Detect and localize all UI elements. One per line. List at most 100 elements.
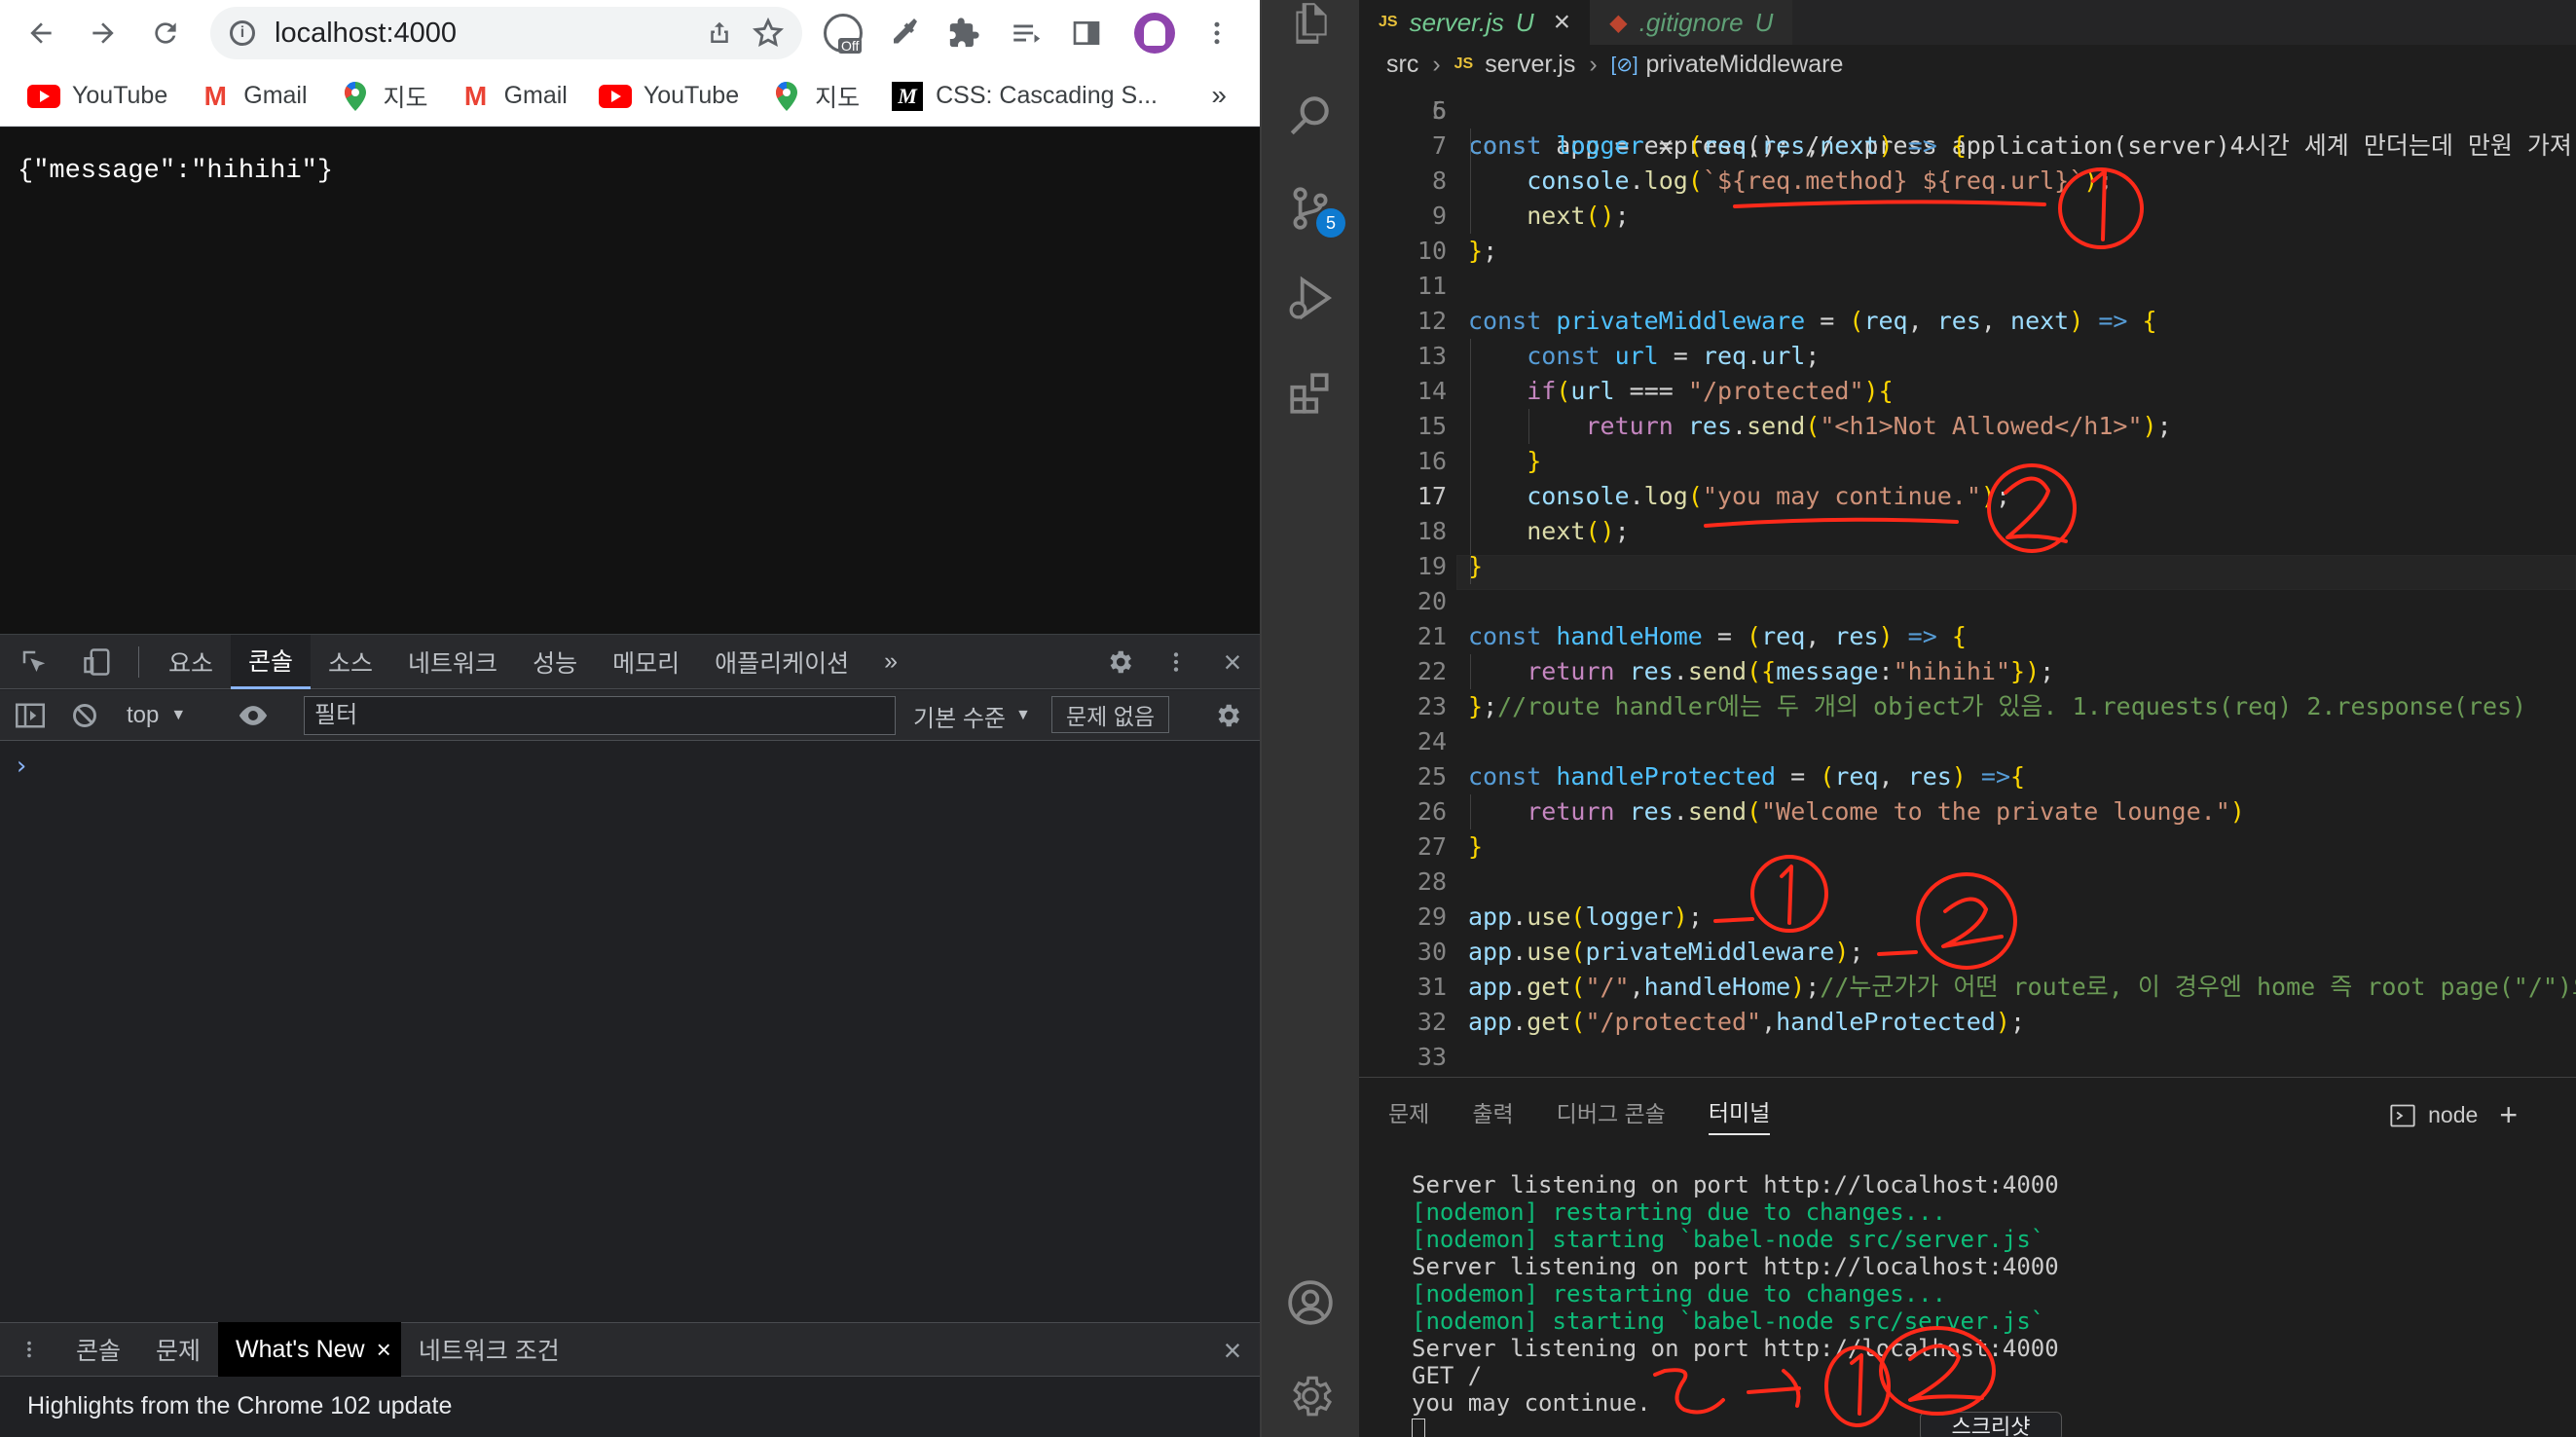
issues-button[interactable]: 문제 없음 xyxy=(1051,696,1170,733)
share-icon[interactable] xyxy=(705,18,734,48)
explorer-button[interactable] xyxy=(1262,0,1359,70)
url-text[interactable]: localhost:4000 xyxy=(275,18,457,50)
line-number: 21 xyxy=(1417,622,1447,650)
chevron-right-icon: › xyxy=(1432,50,1441,78)
bookmark-label: Gmail xyxy=(503,82,568,109)
drawer-menu-button[interactable] xyxy=(0,1322,58,1377)
breadcrumb-file[interactable]: server.js xyxy=(1485,51,1575,79)
forward-button[interactable] xyxy=(74,4,132,62)
eyedropper-icon xyxy=(894,18,917,44)
bookmark-youtube[interactable]: YouTube xyxy=(23,75,183,118)
drawer-close-button[interactable]: × xyxy=(1215,1333,1250,1368)
clear-console-button[interactable] xyxy=(68,700,101,731)
symbol-variable-icon: [⊘] xyxy=(1610,54,1638,76)
more-tabs-button[interactable]: » xyxy=(866,635,915,689)
device-toolbar-button[interactable] xyxy=(68,635,127,689)
tab-elements[interactable]: 요소 xyxy=(151,635,231,689)
run-debug-button[interactable] xyxy=(1262,251,1359,345)
eyedropper-extension-button[interactable] xyxy=(882,10,929,56)
line-number: 33 xyxy=(1417,1043,1447,1071)
bookmark-youtube[interactable]: YouTube xyxy=(595,75,754,118)
context-selector[interactable]: top ▼ xyxy=(127,698,186,733)
gear-icon xyxy=(1110,650,1131,674)
whats-new-panel: Highlights from the Chrome 102 update xyxy=(0,1377,1262,1437)
code-line: 21 const handleHome = (req, res) => { xyxy=(1359,619,2576,654)
manage-button[interactable] xyxy=(1262,1349,1359,1437)
bookmark-maps[interactable]: 지도 xyxy=(335,75,444,118)
address-bar[interactable]: i localhost:4000 xyxy=(210,7,802,59)
accounts-button[interactable] xyxy=(1262,1256,1359,1349)
code-line: 29 app.use(logger); xyxy=(1359,900,2576,935)
tab-server-js[interactable]: JS server.js U × xyxy=(1359,0,1591,45)
code-text: };//route handler에는 두 개의 object가 있음. 1.r… xyxy=(1468,692,2527,720)
drawer-tab-issues[interactable]: 문제 xyxy=(138,1322,218,1377)
drawer-tab-network-conditions[interactable]: 네트워크 조건 xyxy=(401,1322,577,1377)
extension-off-button[interactable]: Off xyxy=(820,10,866,56)
terminal-lines: Server listening on port http://localhos… xyxy=(1412,1171,2560,1417)
live-expression-button[interactable] xyxy=(232,700,275,731)
console-prompt[interactable]: › xyxy=(14,752,29,781)
console-filter-input[interactable]: 필터 xyxy=(304,696,896,735)
drawer-tab-console[interactable]: 콘솔 xyxy=(58,1322,138,1377)
reading-list-button[interactable] xyxy=(1003,10,1049,56)
devtools-close-button[interactable]: × xyxy=(1215,645,1250,680)
tab-application[interactable]: 애플리케이션 xyxy=(697,635,866,689)
bookmark-mdn-css[interactable]: M CSS: Cascading S... xyxy=(887,75,1173,118)
console-sidebar-toggle[interactable] xyxy=(14,700,47,731)
add-terminal-button[interactable]: + xyxy=(2499,1097,2518,1133)
close-icon[interactable]: × xyxy=(377,1335,391,1365)
bookmark-star-icon[interactable] xyxy=(752,17,785,50)
chrome-menu-button[interactable] xyxy=(1194,10,1240,56)
tab-problems[interactable]: 문제 xyxy=(1388,1095,1429,1134)
drawer-tab-whats-new[interactable]: What's New × xyxy=(218,1322,401,1377)
back-button[interactable] xyxy=(12,4,70,62)
tab-console[interactable]: 콘솔 xyxy=(231,634,312,689)
tab-sources[interactable]: 소스 xyxy=(311,635,390,689)
tab-network[interactable]: 네트워크 xyxy=(390,635,515,689)
bookmark-maps[interactable]: 지도 xyxy=(766,75,875,118)
log-levels-dropdown[interactable]: 기본 수준 ▼ xyxy=(913,698,1031,733)
tab-terminal[interactable]: 터미널 xyxy=(1708,1094,1771,1135)
inspect-element-button[interactable] xyxy=(0,635,68,689)
bookmarks-overflow-button[interactable]: » xyxy=(1211,80,1227,111)
source-control-button[interactable] xyxy=(1262,162,1359,255)
bookmark-gmail[interactable]: M Gmail xyxy=(195,75,322,118)
search-button[interactable] xyxy=(1262,68,1359,162)
side-panel-button[interactable] xyxy=(1063,10,1110,56)
files-icon xyxy=(1296,3,1327,44)
terminal-icon xyxy=(2390,1104,2415,1126)
console-output[interactable]: › xyxy=(0,742,1262,1322)
dropdown-caret-icon: ▼ xyxy=(170,707,187,723)
breadcrumb-symbol[interactable]: privateMiddleware xyxy=(1646,51,1844,79)
terminal-selector[interactable]: node + xyxy=(2389,1097,2518,1133)
console-settings-button[interactable] xyxy=(1211,700,1244,731)
profile-button[interactable] xyxy=(1131,10,1178,56)
code-line: 15 return res.send("<h1>Not Allowed</h1>… xyxy=(1359,409,2576,444)
tab-output[interactable]: 출력 xyxy=(1472,1095,1513,1134)
tab-performance[interactable]: 성능 xyxy=(515,635,595,689)
line-number: 18 xyxy=(1417,517,1447,545)
line-number: 31 xyxy=(1417,973,1447,1001)
line-number: 16 xyxy=(1417,447,1447,475)
extensions-button[interactable] xyxy=(1262,347,1359,440)
code-editor[interactable]: 5 const app = express(); //express appli… xyxy=(1359,84,2576,1077)
log-levels-label: 기본 수준 xyxy=(913,705,1006,732)
site-info-icon[interactable]: i xyxy=(230,20,255,46)
code-text: if(url === "/protected"){ xyxy=(1527,377,1894,405)
close-icon[interactable]: × xyxy=(1554,6,1571,39)
tab-gitignore[interactable]: ◆ .gitignore U xyxy=(1590,0,1793,45)
terminal-output[interactable]: Server listening on port http://localhos… xyxy=(1412,1171,2560,1437)
line-number: 30 xyxy=(1417,938,1447,966)
devtools-settings-button[interactable] xyxy=(1100,645,1139,680)
account-icon xyxy=(1288,1280,1333,1325)
extensions-button[interactable] xyxy=(940,10,987,56)
code-line: 16 } xyxy=(1359,444,2576,479)
breadcrumb-folder[interactable]: src xyxy=(1386,51,1418,79)
tab-memory[interactable]: 메모리 xyxy=(595,635,697,689)
bookmark-gmail[interactable]: M Gmail xyxy=(456,75,583,118)
devtools-menu-button[interactable] xyxy=(1159,645,1194,680)
code-line: 32 app.get("/protected",handleProtected); xyxy=(1359,1005,2576,1040)
gear-icon xyxy=(1293,1376,1332,1417)
tab-debug-console[interactable]: 디버그 콘솔 xyxy=(1557,1095,1666,1134)
reload-button[interactable] xyxy=(136,4,195,62)
